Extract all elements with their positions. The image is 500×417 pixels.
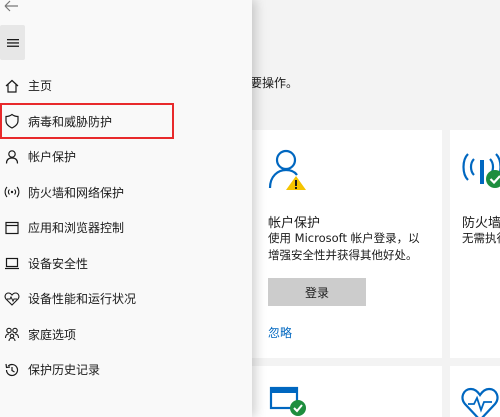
sidebar-item-virus-protection[interactable]: 病毒和威胁防护 (0, 104, 252, 140)
laptop-icon (4, 255, 20, 271)
app-browser-card (252, 366, 442, 417)
sidebar-item-protection-history[interactable]: 保护历史记录 (0, 352, 252, 388)
back-button[interactable] (0, 0, 28, 14)
sidebar-item-app-browser-control[interactable]: 应用和浏览器控制 (0, 210, 252, 246)
sidebar-item-label: 帐户保护 (28, 150, 77, 165)
firewall-ok-icon (462, 153, 500, 188)
sidebar-item-label: 主页 (28, 79, 53, 94)
heart-pulse-icon (4, 291, 20, 307)
home-icon (4, 78, 20, 94)
navigation-flyout: 主页 病毒和威胁防护 帐户保护 防火墙和网络保护 应用和浏览器控制 设备安全性 … (0, 0, 252, 417)
sidebar-item-label: 保护历史记录 (28, 363, 101, 378)
sidebar-item-label: 防火墙和网络保护 (28, 185, 125, 200)
sidebar-item-label: 设备安全性 (28, 256, 89, 271)
sidebar-item-label: 病毒和威胁防护 (28, 114, 113, 129)
sign-in-button[interactable]: 登录 (268, 278, 366, 306)
sidebar-item-label: 家庭选项 (28, 327, 77, 342)
hamburger-menu-button[interactable] (0, 25, 25, 60)
firewall-card-title: 防火墙 (462, 216, 500, 231)
sidebar-item-device-performance[interactable]: 设备性能和运行状况 (0, 281, 252, 317)
ignore-link[interactable]: 忽略 (268, 324, 292, 341)
sidebar-item-label: 设备性能和运行状况 (28, 292, 137, 307)
sidebar-item-label: 应用和浏览器控制 (28, 221, 125, 236)
sidebar-item-firewall[interactable]: 防火墙和网络保护 (0, 175, 252, 211)
account-card-description: 使用 Microsoft 帐户登录，以增强安全性并获得其他好处。 (268, 231, 420, 262)
back-arrow-icon (4, 0, 18, 12)
wifi-signal-icon (4, 184, 20, 200)
hamburger-icon (6, 38, 19, 47)
account-protection-card: 帐户保护 使用 Microsoft 帐户登录，以增强安全性并获得其他好处。 登录… (252, 130, 442, 358)
sidebar-item-account-protection[interactable]: 帐户保护 (0, 139, 252, 175)
sidebar-nav: 主页 病毒和威胁防护 帐户保护 防火墙和网络保护 应用和浏览器控制 设备安全性 … (0, 68, 252, 388)
shield-icon (4, 113, 20, 129)
sidebar-item-home[interactable]: 主页 (0, 68, 252, 104)
device-performance-card (450, 366, 500, 417)
account-card-title: 帐户保护 (268, 216, 321, 231)
history-icon (4, 362, 20, 378)
account-warning-icon (268, 149, 306, 190)
person-icon (4, 149, 20, 165)
app-window-icon (4, 220, 20, 236)
heart-pulse-ok-icon (461, 387, 499, 417)
firewall-card: 防火墙 无需执行 (450, 130, 500, 358)
sidebar-item-family-options[interactable]: 家庭选项 (0, 317, 252, 353)
app-browser-ok-icon (269, 386, 306, 416)
family-icon (4, 326, 20, 342)
sidebar-item-device-security[interactable]: 设备安全性 (0, 246, 252, 282)
firewall-card-description: 无需执行 (462, 231, 500, 245)
